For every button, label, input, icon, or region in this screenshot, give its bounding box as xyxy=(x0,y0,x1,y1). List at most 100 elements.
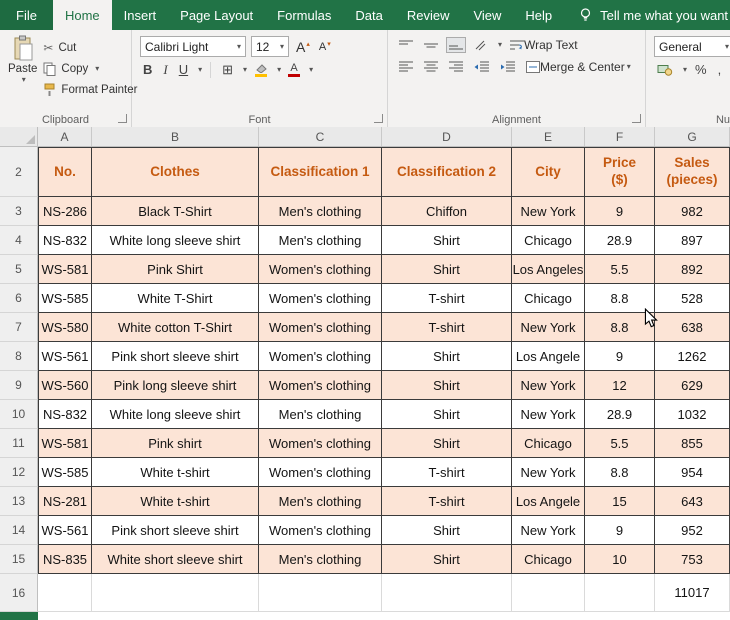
format-painter-button[interactable]: Format Painter xyxy=(43,79,137,100)
underline-button[interactable]: U xyxy=(176,61,191,78)
cell-D15[interactable]: Shirt xyxy=(382,545,512,574)
column-header-A[interactable]: A xyxy=(38,127,92,146)
cell-G10[interactable]: 1032 xyxy=(655,400,730,429)
top-align-button[interactable] xyxy=(396,37,416,53)
font-name-select[interactable]: Calibri Light ▾ xyxy=(140,36,246,57)
cell-B16[interactable] xyxy=(92,574,259,612)
row-header-6[interactable]: 6 xyxy=(0,284,38,313)
column-header-E[interactable]: E xyxy=(512,127,585,146)
cell-B10[interactable]: White long sleeve shirt xyxy=(92,400,259,429)
comma-style-button[interactable]: , xyxy=(715,61,725,78)
cell-B4[interactable]: White long sleeve shirt xyxy=(92,226,259,255)
cell-C5[interactable]: Women's clothing xyxy=(259,255,382,284)
cell-A16[interactable] xyxy=(38,574,92,612)
cell-B2[interactable]: Clothes xyxy=(92,147,259,197)
tab-help[interactable]: Help xyxy=(513,0,564,30)
cell-B12[interactable]: White t-shirt xyxy=(92,458,259,487)
cell-A9[interactable]: WS-560 xyxy=(38,371,92,400)
cell-D8[interactable]: Shirt xyxy=(382,342,512,371)
row-header-14[interactable]: 14 xyxy=(0,516,38,545)
cell-E7[interactable]: New York xyxy=(512,313,585,342)
cell-D9[interactable]: Shirt xyxy=(382,371,512,400)
cell-A12[interactable]: WS-585 xyxy=(38,458,92,487)
cell-B8[interactable]: Pink short sleeve shirt xyxy=(92,342,259,371)
cell-E3[interactable]: New York xyxy=(512,197,585,226)
cell-C2[interactable]: Classification 1 xyxy=(259,147,382,197)
cell-G15[interactable]: 753 xyxy=(655,545,730,574)
alignment-dialog-launcher[interactable] xyxy=(632,114,641,123)
cell-F4[interactable]: 28.9 xyxy=(585,226,655,255)
row-header-15[interactable]: 15 xyxy=(0,545,38,574)
cell-E16[interactable] xyxy=(512,574,585,612)
cell-G7[interactable]: 638 xyxy=(655,313,730,342)
cell-C12[interactable]: Women's clothing xyxy=(259,458,382,487)
cell-B3[interactable]: Black T-Shirt xyxy=(92,197,259,226)
tab-formulas[interactable]: Formulas xyxy=(265,0,343,30)
tell-me-box[interactable]: Tell me what you want xyxy=(578,0,728,30)
row-header-13[interactable]: 13 xyxy=(0,487,38,516)
cell-D13[interactable]: T-shirt xyxy=(382,487,512,516)
align-right-button[interactable] xyxy=(446,59,466,75)
cell-E2[interactable]: City xyxy=(512,147,585,197)
cell-C10[interactable]: Men's clothing xyxy=(259,400,382,429)
cell-D2[interactable]: Classification 2 xyxy=(382,147,512,197)
row-header-2[interactable]: 2 xyxy=(0,147,38,197)
cell-F12[interactable]: 8.8 xyxy=(585,458,655,487)
font-size-select[interactable]: 12 ▾ xyxy=(251,36,289,57)
cell-E8[interactable]: Los Angele xyxy=(512,342,585,371)
cell-F3[interactable]: 9 xyxy=(585,197,655,226)
column-header-B[interactable]: B xyxy=(92,127,259,146)
cell-A7[interactable]: WS-580 xyxy=(38,313,92,342)
cell-D16[interactable] xyxy=(382,574,512,612)
cell-G11[interactable]: 855 xyxy=(655,429,730,458)
cell-E4[interactable]: Chicago xyxy=(512,226,585,255)
cell-E10[interactable]: New York xyxy=(512,400,585,429)
cell-E9[interactable]: New York xyxy=(512,371,585,400)
cell-C7[interactable]: Women's clothing xyxy=(259,313,382,342)
cell-B9[interactable]: Pink long sleeve shirt xyxy=(92,371,259,400)
cell-B15[interactable]: White short sleeve shirt xyxy=(92,545,259,574)
accounting-format-button[interactable] xyxy=(654,61,676,78)
cell-A15[interactable]: NS-835 xyxy=(38,545,92,574)
cell-E14[interactable]: New York xyxy=(512,516,585,545)
cell-A6[interactable]: WS-585 xyxy=(38,284,92,313)
cell-C15[interactable]: Men's clothing xyxy=(259,545,382,574)
cell-G2[interactable]: Sales (pieces) xyxy=(655,147,730,197)
cell-B6[interactable]: White T-Shirt xyxy=(92,284,259,313)
cell-C9[interactable]: Women's clothing xyxy=(259,371,382,400)
cell-F6[interactable]: 8.8 xyxy=(585,284,655,313)
cell-E6[interactable]: Chicago xyxy=(512,284,585,313)
cell-F16[interactable] xyxy=(585,574,655,612)
cell-F2[interactable]: Price ($) xyxy=(585,147,655,197)
bottom-align-button[interactable] xyxy=(446,37,466,53)
cell-A11[interactable]: WS-581 xyxy=(38,429,92,458)
column-header-G[interactable]: G xyxy=(655,127,730,146)
cell-E11[interactable]: Chicago xyxy=(512,429,585,458)
cell-F13[interactable]: 15 xyxy=(585,487,655,516)
row-header-4[interactable]: 4 xyxy=(0,226,38,255)
cell-G16[interactable]: 11017 xyxy=(655,574,730,612)
align-left-button[interactable] xyxy=(396,59,416,75)
cell-D6[interactable]: T-shirt xyxy=(382,284,512,313)
tab-page-layout[interactable]: Page Layout xyxy=(168,0,265,30)
cell-D11[interactable]: Shirt xyxy=(382,429,512,458)
cell-A4[interactable]: NS-832 xyxy=(38,226,92,255)
select-all-button[interactable] xyxy=(0,127,38,146)
cell-E15[interactable]: Chicago xyxy=(512,545,585,574)
column-header-D[interactable]: D xyxy=(382,127,512,146)
borders-button[interactable]: ⊞ xyxy=(219,61,236,78)
cell-E5[interactable]: Los Angeles xyxy=(512,255,585,284)
cell-D10[interactable]: Shirt xyxy=(382,400,512,429)
fill-color-button[interactable] xyxy=(252,63,270,77)
cell-B11[interactable]: Pink shirt xyxy=(92,429,259,458)
decrease-indent-button[interactable] xyxy=(471,59,492,75)
cell-A5[interactable]: WS-581 xyxy=(38,255,92,284)
orientation-button[interactable] xyxy=(471,37,491,53)
increase-indent-button[interactable] xyxy=(497,59,518,75)
row-header-5[interactable]: 5 xyxy=(0,255,38,284)
cell-G8[interactable]: 1262 xyxy=(655,342,730,371)
cell-F11[interactable]: 5.5 xyxy=(585,429,655,458)
cell-A3[interactable]: NS-286 xyxy=(38,197,92,226)
row-header-10[interactable]: 10 xyxy=(0,400,38,429)
merge-center-button[interactable]: Merge & Center ▾ xyxy=(523,58,634,76)
